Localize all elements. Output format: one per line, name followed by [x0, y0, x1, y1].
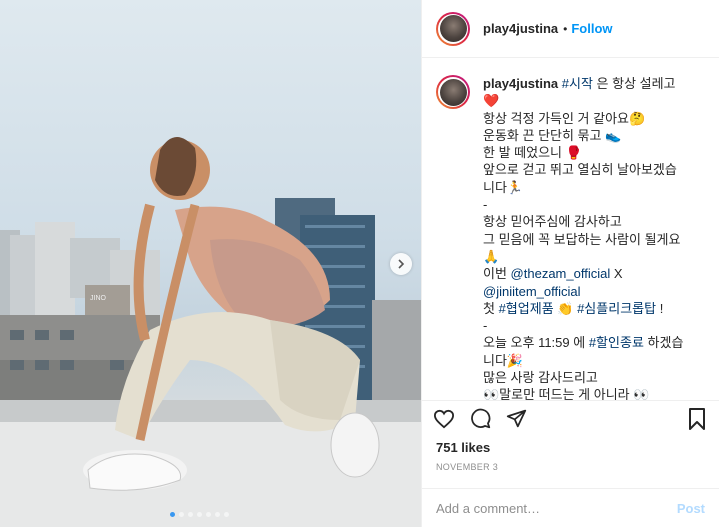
- caption-line: 항상 걱정 가득인 거 같아요🤔: [483, 110, 698, 127]
- post-sidebar: play4justina • Follow play4justina #시작 은…: [421, 0, 719, 527]
- caption-text-segment: 항상 걱정 가득인 거 같아요🤔: [483, 110, 646, 126]
- comment-form: Add a comment… Post: [422, 488, 719, 527]
- photo-scene: JINO: [0, 136, 421, 527]
- save-button[interactable]: [683, 405, 711, 433]
- caption-line: -: [483, 317, 698, 334]
- caption-line: 🙏: [483, 248, 698, 265]
- carousel-dot: [215, 512, 220, 517]
- caption-line: 그 믿음에 꼭 보답하는 사람이 될게요: [483, 231, 698, 248]
- caption-line: 이번 @thezam_official X: [483, 265, 698, 282]
- hashtag-link[interactable]: #할인종료: [589, 335, 644, 350]
- caption-text-segment: X: [610, 266, 623, 282]
- caption-line: 항상 믿어주심에 감사하고: [483, 213, 698, 230]
- share-icon: [506, 409, 526, 428]
- caption-text-segment: 🙏: [483, 248, 500, 264]
- caption-text-segment: 앞으로 걷고 뛰고 열심히 날아보겠습: [483, 162, 677, 178]
- caption-line: 운동화 끈 단단히 묶고 👟: [483, 127, 698, 144]
- hashtag-link[interactable]: #시작: [562, 76, 593, 91]
- chevron-right-icon: [398, 259, 405, 269]
- hashtag-link[interactable]: @jiniitem_official: [483, 284, 581, 299]
- caption-line: 니다🏃: [483, 179, 698, 196]
- caption-text-segment: -: [483, 318, 488, 334]
- caption-text-segment: 운동화 끈 단단히 묶고 👟: [483, 127, 622, 143]
- caption-text-segment: 한 발 떼었으니 🥊: [483, 145, 582, 161]
- caption-text-segment: 오늘 오후 11:59 에: [483, 335, 589, 351]
- carousel-dot: [224, 512, 229, 517]
- caption-line: 첫 #협업제품 👏 #심플리크롭탑 !: [483, 300, 698, 317]
- hashtag-link[interactable]: @thezam_official: [511, 266, 611, 281]
- caption-line: 많은 사랑 감사드리고: [483, 369, 698, 386]
- share-button[interactable]: [502, 405, 530, 433]
- caption-text-segment: 첫: [483, 300, 499, 316]
- caption-text-segment: -: [483, 197, 488, 213]
- carousel-dot: [206, 512, 211, 517]
- avatar[interactable]: [436, 11, 470, 46]
- caption-avatar[interactable]: [436, 75, 470, 109]
- caption-text: play4justina #시작 은 항상 설레고 ❤️ 항상 걱정 가득인 거 같…: [483, 75, 698, 400]
- carousel-next-button[interactable]: [390, 253, 412, 275]
- caption-line: 👀말로만 떠드는 게 아니라 👀: [483, 386, 698, 400]
- caption-line: play4justina #시작 은 항상 설레고: [483, 75, 698, 92]
- carousel-dot: [188, 512, 193, 517]
- caption-line: 오늘 오후 11:59 에 #할인종료 하겠습: [483, 334, 698, 351]
- caption-text-segment: 👏: [553, 300, 578, 316]
- action-bar: [422, 400, 719, 436]
- like-button[interactable]: [430, 405, 458, 433]
- bookmark-icon: [689, 407, 705, 430]
- separator-dot: •: [563, 21, 568, 36]
- hashtag-link[interactable]: #협업제품: [499, 301, 554, 316]
- caption-text-segment: 그 믿음에 꼭 보답하는 사람이 될게요: [483, 231, 681, 247]
- caption-text-segment: 하겠습: [643, 335, 684, 351]
- post-header: play4justina • Follow: [422, 0, 719, 58]
- comment-button[interactable]: [466, 405, 494, 433]
- post-photo[interactable]: JINO: [0, 0, 421, 527]
- caption-text-segment: 은 항상 설레고: [592, 76, 676, 91]
- caption: play4justina #시작 은 항상 설레고 ❤️ 항상 걱정 가득인 거 같…: [436, 75, 705, 400]
- svg-text:JINO: JINO: [90, 295, 107, 302]
- carousel-dot: [170, 512, 175, 517]
- caption-text-segment: 항상 믿어주심에 감사하고: [483, 214, 622, 230]
- caption-line: 니다🎉: [483, 352, 698, 369]
- follow-button[interactable]: Follow: [571, 21, 612, 36]
- hashtag-link[interactable]: #심플리크롭탑: [577, 301, 656, 316]
- caption-text-segment: ❤️: [483, 93, 500, 109]
- caption-line: -: [483, 196, 698, 213]
- caption-username[interactable]: play4justina: [483, 76, 558, 91]
- caption-line: 앞으로 걷고 뛰고 열심히 날아보겠습: [483, 161, 698, 178]
- likes-count[interactable]: 751 likes: [436, 440, 490, 455]
- carousel-dot: [197, 512, 202, 517]
- carousel-dot: [179, 512, 184, 517]
- caption-text-segment: 많은 사랑 감사드리고: [483, 370, 598, 386]
- caption-line: @jiniitem_official: [483, 283, 698, 300]
- caption-text-segment: 👀말로만 떠드는 게 아니라 👀: [483, 387, 650, 400]
- username[interactable]: play4justina: [483, 21, 558, 36]
- caption-line: 한 발 떼었으니 🥊: [483, 144, 698, 161]
- heart-icon: [433, 409, 455, 428]
- post-comment-button[interactable]: Post: [677, 501, 705, 516]
- comment-input[interactable]: Add a comment…: [436, 501, 677, 516]
- caption-area: play4justina #시작 은 항상 설레고 ❤️ 항상 걱정 가득인 거 같…: [422, 58, 719, 400]
- caption-text-segment: 니다🎉: [483, 352, 524, 368]
- caption-text-segment: !: [656, 300, 664, 316]
- caption-text-segment: 이번: [483, 266, 511, 282]
- caption-line: ❤️: [483, 92, 698, 109]
- caption-text-segment: 니다🏃: [483, 179, 524, 195]
- carousel-indicator: [170, 512, 233, 517]
- comment-icon: [470, 408, 490, 429]
- post-date[interactable]: NOVEMBER 3: [436, 462, 498, 472]
